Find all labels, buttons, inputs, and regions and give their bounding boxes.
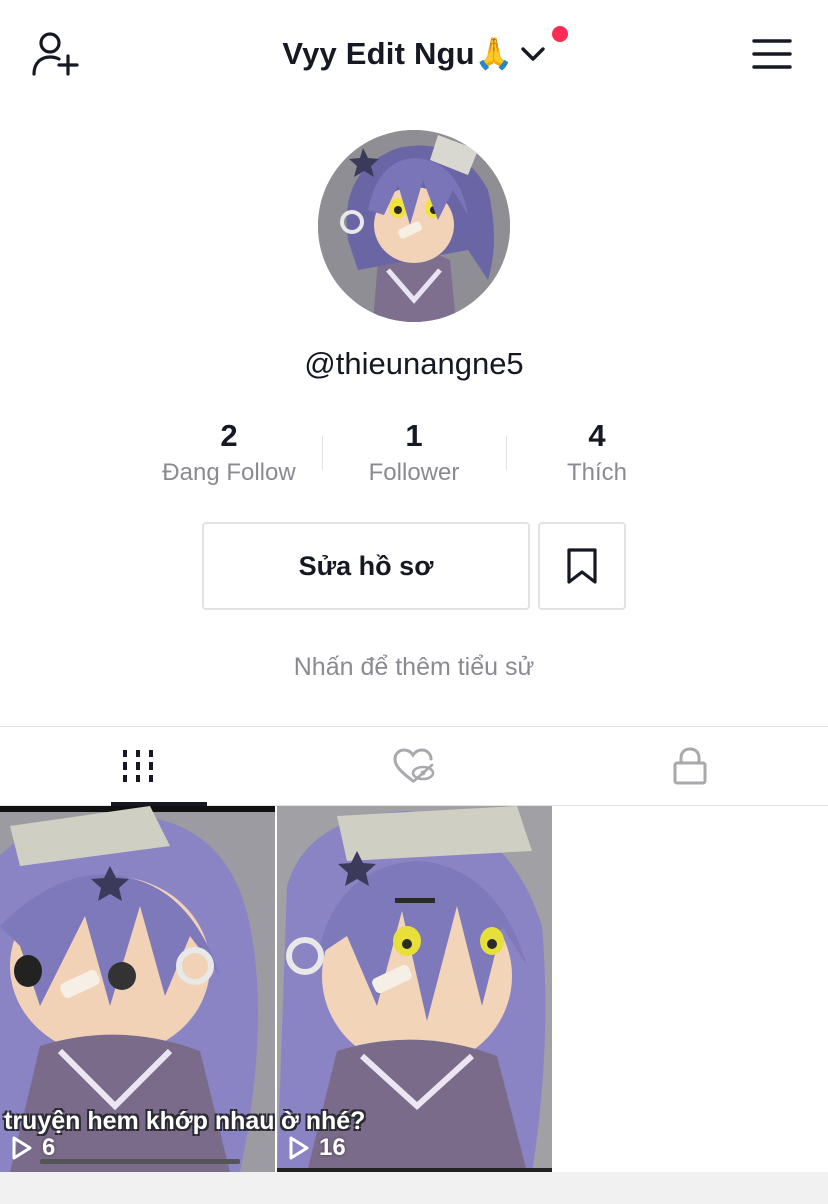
videos-grid-icon xyxy=(123,750,153,782)
lock-icon xyxy=(673,747,707,785)
edit-profile-button[interactable]: Sửa hồ sơ xyxy=(202,522,530,610)
liked-hidden-icon xyxy=(393,748,435,783)
bookmark-button[interactable] xyxy=(538,522,626,610)
tab-videos[interactable] xyxy=(0,727,276,805)
video-thumbnail[interactable]: ờ nhé? 16 xyxy=(277,806,552,1172)
stat-following[interactable]: 2 Đang Follow xyxy=(139,418,319,492)
bottom-area xyxy=(0,1172,828,1204)
profile-stats: 2 Đang Follow 1 Follower 4 Thích xyxy=(0,418,828,498)
username: @thieunangne5 xyxy=(304,346,524,381)
stat-value: 4 xyxy=(588,418,606,453)
stat-label: Đang Follow xyxy=(162,459,296,486)
stat-label: Thích xyxy=(566,459,628,486)
video-grid: truyện hem khớp nhau j 6 ờ nhé? 16 xyxy=(0,806,828,1172)
play-count: 6 xyxy=(10,1134,55,1162)
stat-value: 2 xyxy=(220,418,238,453)
avatar[interactable] xyxy=(318,130,510,322)
add-bio-prompt[interactable]: Nhấn để thêm tiểu sử xyxy=(0,648,828,686)
bookmark-icon xyxy=(567,548,597,584)
play-icon xyxy=(289,1136,309,1160)
stat-likes[interactable]: 4 Thích xyxy=(507,418,687,492)
hamburger-menu-icon[interactable] xyxy=(752,38,792,70)
tab-liked[interactable] xyxy=(276,727,552,805)
play-count-value: 6 xyxy=(42,1134,56,1161)
video-caption: ờ nhé? xyxy=(281,1107,366,1135)
play-count: 16 xyxy=(287,1134,346,1162)
video-thumbnail[interactable]: truyện hem khớp nhau j 6 xyxy=(0,806,275,1172)
chevron-down-icon xyxy=(520,47,545,61)
play-count-value: 16 xyxy=(319,1134,346,1161)
notification-dot xyxy=(552,26,568,42)
play-icon xyxy=(12,1136,32,1160)
stat-followers[interactable]: 1 Follower xyxy=(324,418,504,492)
profile-tabs xyxy=(0,726,828,806)
video-caption: truyện hem khớp nhau j xyxy=(4,1107,275,1135)
top-bar: Vyy Edit Ngu🙏 xyxy=(0,0,828,110)
stat-value: 1 xyxy=(405,418,423,453)
divider xyxy=(322,436,323,470)
stat-label: Follower xyxy=(368,459,460,486)
tab-private[interactable] xyxy=(552,727,828,805)
account-switcher[interactable]: Vyy Edit Ngu🙏 xyxy=(0,32,828,76)
account-name: Vyy Edit Ngu🙏 xyxy=(282,36,514,71)
